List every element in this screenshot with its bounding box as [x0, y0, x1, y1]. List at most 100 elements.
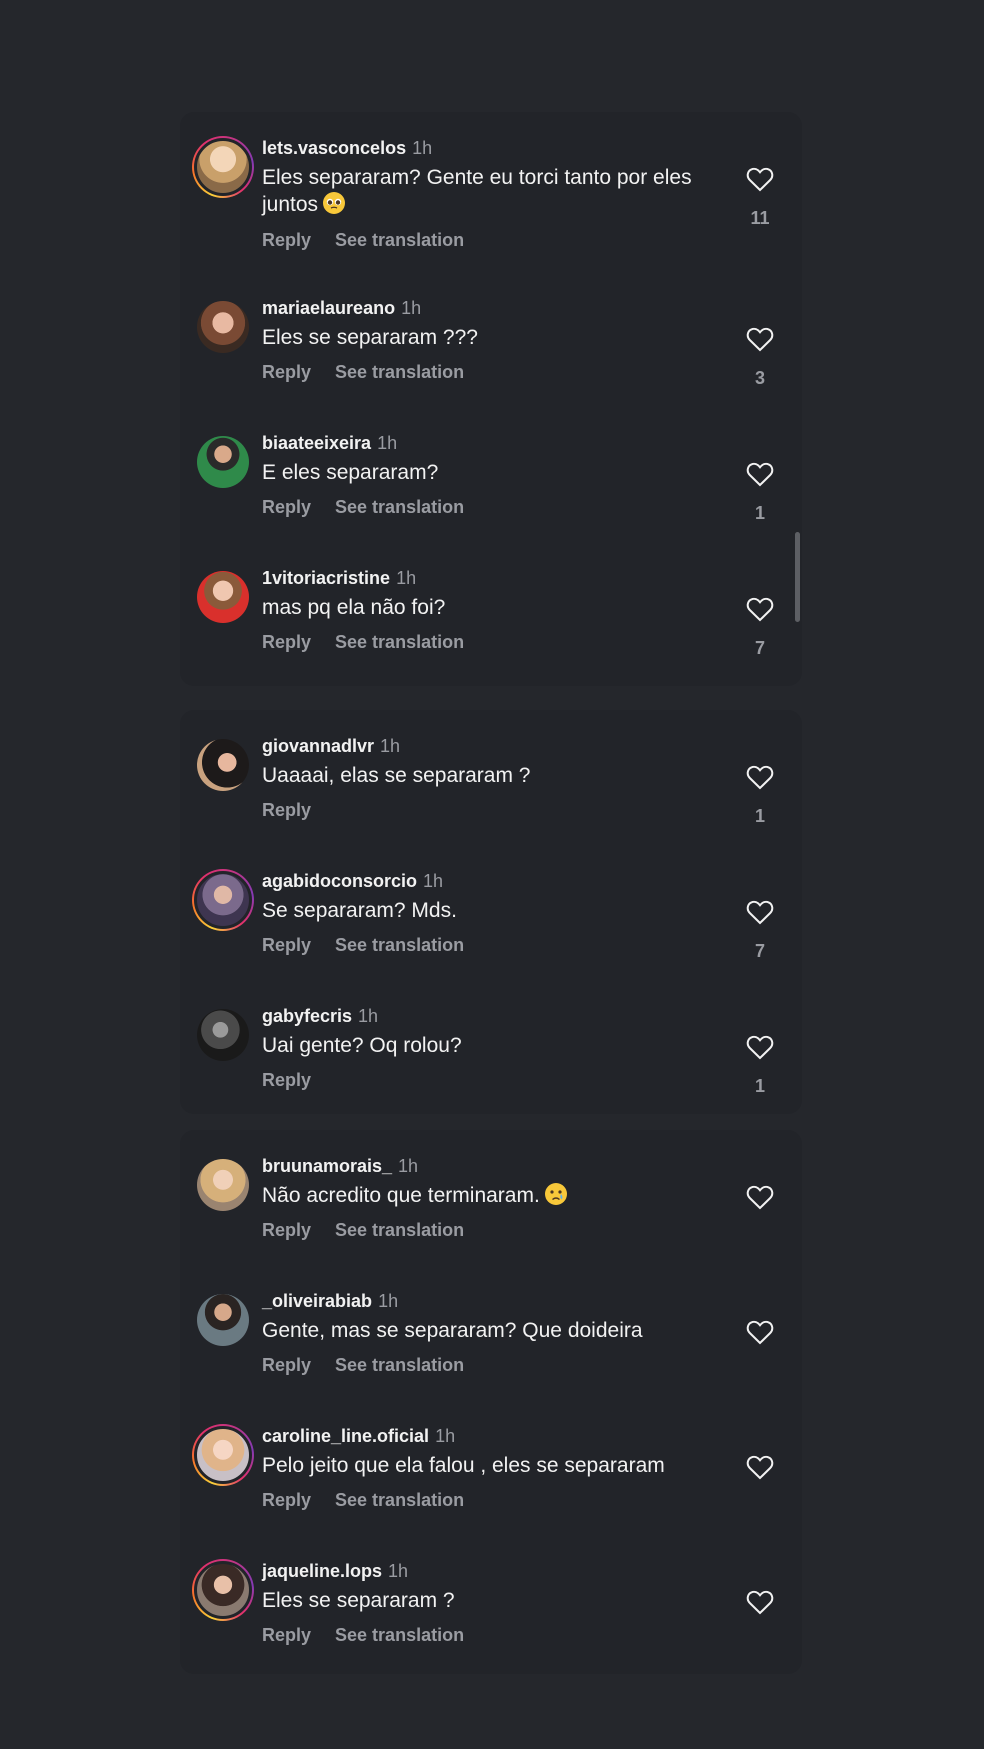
avatar-wrap[interactable] — [192, 296, 254, 358]
see-translation-button[interactable]: See translation — [335, 1220, 464, 1240]
comment-body: Se separaram? Mds. — [262, 899, 457, 922]
heart-icon[interactable] — [746, 1454, 774, 1480]
comment-text: Não acredito que terminaram. — [262, 1182, 722, 1209]
reply-button[interactable]: Reply — [262, 230, 311, 250]
heart-icon[interactable] — [746, 899, 774, 925]
avatar-wrap[interactable] — [192, 1289, 254, 1351]
like-count: 1 — [754, 1076, 765, 1096]
comment-header: 1vitoriacristine 1h — [262, 566, 416, 590]
comment-actions: Reply See translation — [262, 495, 488, 519]
username[interactable]: giovannadlvr — [262, 736, 374, 756]
comment-header: agabidoconsorcio 1h — [262, 869, 443, 893]
reply-button[interactable]: Reply — [262, 1625, 311, 1645]
comment-header: bruunamorais_ 1h — [262, 1154, 418, 1178]
comment-actions: Reply — [262, 798, 335, 822]
comment-item: biaateeixeira 1h E eles separaram? Reply S… — [180, 431, 802, 566]
username[interactable]: mariaelaureano — [262, 298, 395, 318]
comment-body: Uai gente? Oq rolou? — [262, 1034, 462, 1057]
avatar-wrap[interactable] — [192, 734, 254, 796]
avatar-wrap[interactable] — [192, 566, 254, 628]
heart-icon[interactable] — [746, 764, 774, 790]
see-translation-button[interactable]: See translation — [335, 632, 464, 652]
username[interactable]: lets.vasconcelos — [262, 138, 406, 158]
timestamp: 1h — [398, 1156, 419, 1176]
comment-body: Uaaaai, elas se separaram ? — [262, 764, 531, 787]
see-translation-button[interactable]: See translation — [335, 1625, 464, 1645]
heart-icon[interactable] — [746, 1034, 774, 1060]
avatar[interactable] — [197, 1294, 249, 1346]
comment-header: mariaelaureano 1h — [262, 296, 421, 320]
avatar-story-ring[interactable] — [192, 136, 254, 198]
comment-actions: Reply See translation — [262, 630, 488, 654]
username[interactable]: _oliveirabiab — [262, 1291, 372, 1311]
heart-icon[interactable] — [746, 1319, 774, 1345]
timestamp: 1h — [396, 568, 417, 588]
timestamp: 1h — [378, 1291, 399, 1311]
avatar[interactable] — [194, 1561, 252, 1619]
comment-actions: Reply See translation — [262, 933, 488, 957]
comment-group: lets.vasconcelos 1h Eles separaram? Gente… — [180, 112, 802, 686]
avatar[interactable] — [197, 1159, 249, 1211]
see-translation-button[interactable]: See translation — [335, 1355, 464, 1375]
comment-header: giovannadlvr 1h — [262, 734, 400, 758]
avatar-story-ring[interactable] — [192, 869, 254, 931]
avatar-wrap[interactable] — [192, 431, 254, 493]
reply-button[interactable]: Reply — [262, 362, 311, 382]
avatar[interactable] — [197, 1009, 249, 1061]
username[interactable]: jaqueline.lops — [262, 1561, 382, 1581]
heart-icon[interactable] — [746, 596, 774, 622]
avatar[interactable] — [197, 301, 249, 353]
username[interactable]: caroline_line.oficial — [262, 1426, 429, 1446]
comment-item: jaqueline.lops 1h Eles se separaram ? Rep… — [180, 1559, 802, 1694]
heart-icon[interactable] — [746, 1184, 774, 1210]
comment-actions: Reply See translation — [262, 1353, 488, 1377]
comment-header: _oliveirabiab 1h — [262, 1289, 398, 1313]
username[interactable]: biaateeixeira — [262, 433, 371, 453]
username[interactable]: 1vitoriacristine — [262, 568, 390, 588]
comment-header: lets.vasconcelos 1h — [262, 136, 432, 160]
like-count: 11 — [750, 208, 770, 228]
see-translation-button[interactable]: See translation — [335, 1490, 464, 1510]
heart-icon[interactable] — [746, 166, 774, 192]
reply-button[interactable]: Reply — [262, 1355, 311, 1375]
heart-icon[interactable] — [746, 461, 774, 487]
see-translation-button[interactable]: See translation — [335, 497, 464, 517]
scrollbar-thumb[interactable] — [795, 532, 800, 622]
comment-actions: Reply See translation — [262, 228, 488, 252]
heart-icon[interactable] — [746, 1589, 774, 1615]
comment-item: agabidoconsorcio 1h Se separaram? Mds. Re… — [180, 869, 802, 1004]
avatar[interactable] — [197, 571, 249, 623]
avatar[interactable] — [194, 138, 252, 196]
avatar-story-ring[interactable] — [192, 1424, 254, 1486]
reply-button[interactable]: Reply — [262, 935, 311, 955]
avatar[interactable] — [197, 739, 249, 791]
comment-body: Eles se separaram ??? — [262, 326, 478, 349]
reply-button[interactable]: Reply — [262, 1220, 311, 1240]
comment-body: Pelo jeito que ela falou , eles se separ… — [262, 1454, 665, 1477]
timestamp: 1h — [423, 871, 444, 891]
avatar[interactable] — [197, 436, 249, 488]
heart-icon[interactable] — [746, 326, 774, 352]
avatar-wrap[interactable] — [192, 1154, 254, 1216]
reply-button[interactable]: Reply — [262, 1070, 311, 1090]
avatar[interactable] — [194, 871, 252, 929]
username[interactable]: bruunamorais_ — [262, 1156, 392, 1176]
comment-actions: Reply — [262, 1068, 335, 1092]
avatar-story-ring[interactable] — [192, 1559, 254, 1621]
comment-group: bruunamorais_ 1h Não acredito que termina… — [180, 1130, 802, 1674]
comment-header: caroline_line.oficial 1h — [262, 1424, 455, 1448]
reply-button[interactable]: Reply — [262, 632, 311, 652]
comment-header: biaateeixeira 1h — [262, 431, 397, 455]
username[interactable]: agabidoconsorcio — [262, 871, 417, 891]
reply-button[interactable]: Reply — [262, 497, 311, 517]
reply-button[interactable]: Reply — [262, 1490, 311, 1510]
comment-body: E eles separaram? — [262, 461, 439, 484]
comment-item: lets.vasconcelos 1h Eles separaram? Gente… — [180, 136, 802, 271]
reply-button[interactable]: Reply — [262, 800, 311, 820]
see-translation-button[interactable]: See translation — [335, 935, 464, 955]
see-translation-button[interactable]: See translation — [335, 362, 464, 382]
avatar[interactable] — [194, 1426, 252, 1484]
see-translation-button[interactable]: See translation — [335, 230, 464, 250]
avatar-wrap[interactable] — [192, 1004, 254, 1066]
username[interactable]: gabyfecris — [262, 1006, 352, 1026]
